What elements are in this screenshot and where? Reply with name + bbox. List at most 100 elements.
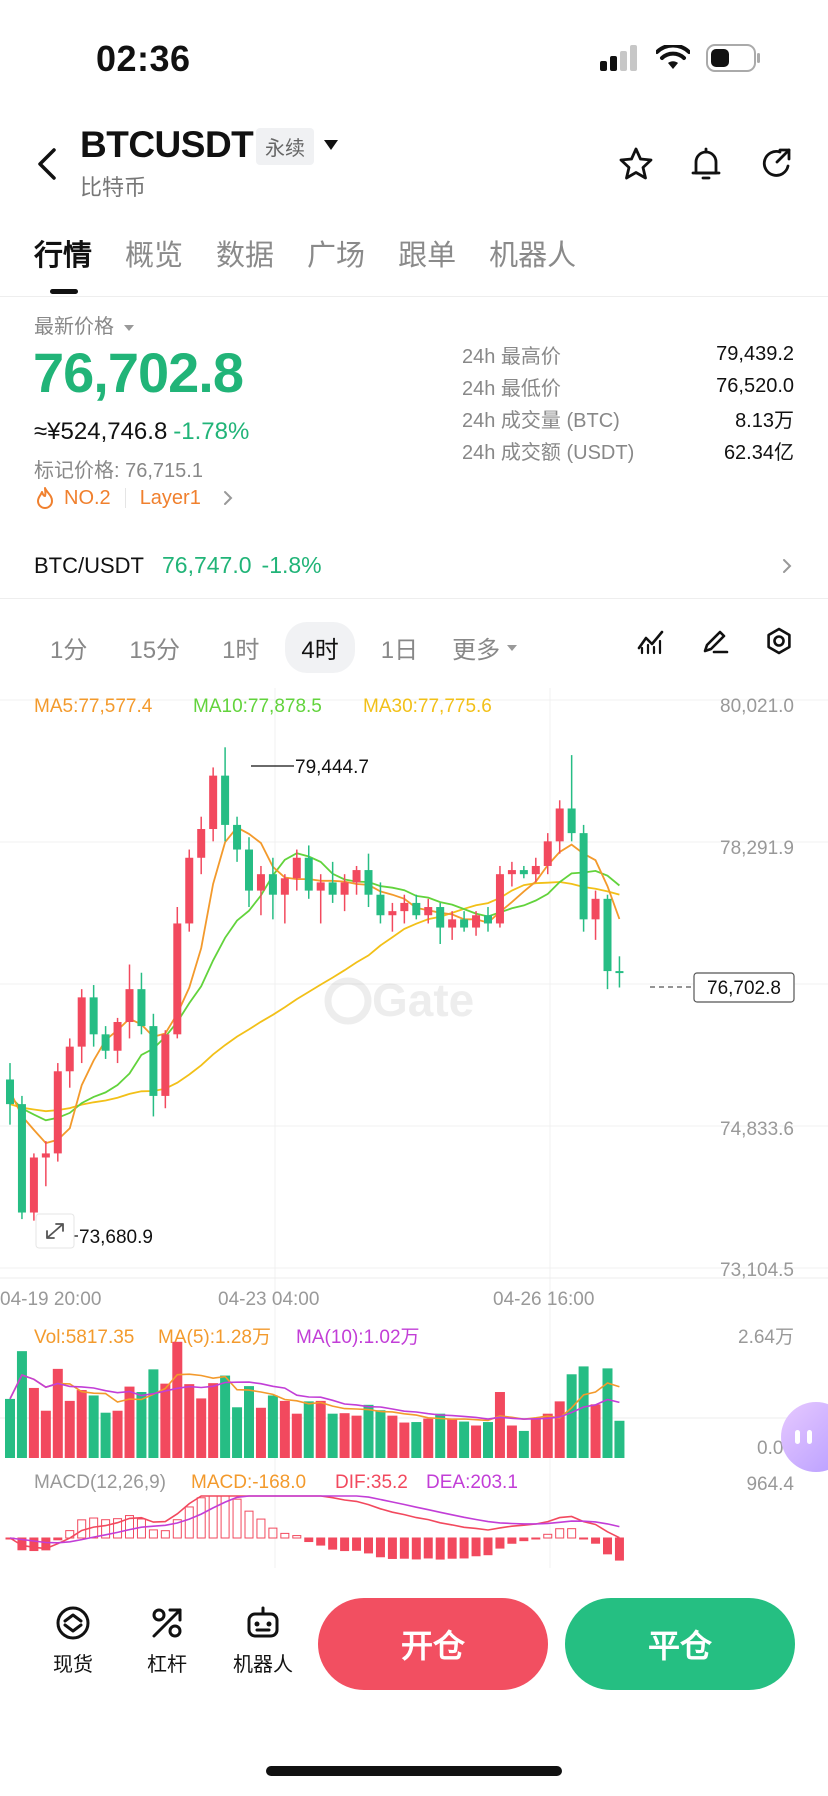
wifi-icon — [656, 45, 690, 69]
volume-bar — [40, 1410, 51, 1458]
y-tick: 74,833.6 — [720, 1119, 794, 1140]
indicator-icon[interactable] — [636, 626, 666, 656]
star-icon[interactable] — [618, 146, 654, 182]
candle — [304, 845, 313, 899]
bell-icon[interactable] — [688, 146, 724, 182]
interval-more[interactable]: 更多 — [452, 630, 518, 665]
leverage-icon — [152, 1608, 182, 1638]
volume-bar — [578, 1366, 589, 1458]
macd-bar — [483, 1537, 493, 1556]
spot-link-row[interactable]: BTC/USDT 76,747.0 -1.8% — [34, 552, 794, 579]
macd-bar — [184, 1506, 194, 1539]
interval-15m[interactable]: 15分 — [113, 622, 196, 673]
macd-bar — [160, 1530, 170, 1539]
macd-value: MACD:-168.0 — [191, 1472, 306, 1493]
macd-bar — [244, 1510, 254, 1539]
volume-bar — [112, 1410, 123, 1458]
candle — [149, 1013, 158, 1117]
back-icon[interactable] — [30, 142, 66, 186]
candle — [113, 1017, 122, 1064]
close-position-button[interactable]: 平仓 — [565, 1598, 795, 1690]
chevron-right-icon — [783, 558, 792, 573]
volume-bar — [267, 1395, 278, 1458]
tab-market[interactable]: 行情 — [34, 232, 92, 294]
candle — [364, 853, 373, 908]
macd-bar — [507, 1537, 517, 1544]
draw-icon[interactable] — [700, 626, 730, 656]
macd-bar — [352, 1537, 362, 1551]
tab-square[interactable]: 广场 — [307, 232, 365, 294]
volume-bar — [100, 1412, 111, 1458]
volume-bar — [530, 1418, 541, 1458]
volume-bar — [435, 1413, 446, 1458]
candle — [209, 767, 218, 842]
volume-bar — [542, 1413, 553, 1458]
macd-bar — [519, 1537, 529, 1542]
macd-bar — [268, 1527, 278, 1539]
volume-bar — [483, 1422, 493, 1458]
volume-bar — [303, 1401, 314, 1458]
caret-down-icon[interactable] — [322, 138, 340, 152]
tab-bots[interactable]: 机器人 — [489, 232, 576, 294]
tab-data[interactable]: 数据 — [216, 232, 274, 294]
assistant-bubble[interactable] — [781, 1402, 828, 1472]
share-icon[interactable] — [758, 146, 794, 182]
spot-nav[interactable]: 现货 — [38, 1604, 108, 1677]
open-position-button[interactable]: 开仓 — [318, 1598, 548, 1690]
caret-down-icon — [507, 644, 518, 651]
latest-price-label-text: 最新价格 — [34, 316, 114, 338]
candle — [17, 1095, 26, 1220]
volume-bar — [88, 1395, 99, 1458]
volume-bar — [411, 1422, 422, 1458]
expand-icon[interactable] — [35, 1213, 75, 1249]
macd-bar — [495, 1537, 505, 1549]
tab-copy-trading[interactable]: 跟单 — [398, 232, 456, 294]
vol-max-label: 2.64万 — [738, 1327, 794, 1348]
interval-4h[interactable]: 4时 — [285, 622, 355, 673]
latest-price-label[interactable]: 最新价格 — [34, 310, 135, 339]
volume-bar — [494, 1392, 505, 1458]
candle — [197, 816, 206, 875]
stat-label: 24h 成交额 (USDT) — [462, 441, 635, 464]
rank-row[interactable]: NO.2 Layer1 — [34, 486, 235, 510]
signal-icon — [600, 45, 637, 71]
interval-1d[interactable]: 1日 — [365, 622, 434, 673]
macd-bar — [375, 1537, 385, 1558]
macd-bar — [423, 1537, 433, 1559]
macd-dea: DEA:203.1 — [426, 1472, 518, 1493]
home-indicator — [266, 1766, 562, 1776]
volume-bar — [52, 1368, 63, 1458]
y-tick: 73,104.5 — [720, 1260, 794, 1281]
pair-title[interactable]: BTCUSDT — [80, 124, 254, 166]
low-marker-label: 73,680.9 — [79, 1227, 153, 1248]
stat-high: 24h 最高价 79,439.2 — [462, 338, 794, 370]
volume-bar — [614, 1420, 625, 1458]
macd-bar — [399, 1537, 409, 1559]
candle — [161, 1030, 170, 1109]
volume-bar — [16, 1351, 27, 1458]
volume-bar — [208, 1383, 219, 1458]
kline-chart[interactable]: Gate MA5:77,577.4 MA10:77,878.5 MA30:77,… — [0, 688, 828, 1568]
interval-more-label: 更多 — [452, 637, 501, 664]
interval-1h[interactable]: 1时 — [206, 622, 275, 673]
candle — [591, 890, 600, 940]
bot-nav[interactable]: 机器人 — [228, 1604, 298, 1677]
volume-bar — [471, 1425, 482, 1458]
macd-bar — [232, 1498, 242, 1539]
leverage-nav[interactable]: 杠杆 — [132, 1604, 202, 1677]
volume-bar — [28, 1387, 39, 1458]
macd-bar — [316, 1537, 326, 1546]
interval-1m[interactable]: 1分 — [34, 622, 103, 673]
last-price: 76,702.8 — [33, 341, 244, 404]
ma30-legend: MA30:77,775.6 — [363, 696, 492, 717]
settings-icon[interactable] — [764, 626, 794, 656]
spot-price: 76,747.0 — [162, 552, 252, 578]
volume-bar — [339, 1413, 350, 1458]
x-tick: 04-26 16:00 — [493, 1289, 594, 1310]
tab-overview[interactable]: 概览 — [125, 232, 183, 294]
macd-bar — [459, 1537, 469, 1559]
stat-label: 24h 最低价 — [462, 377, 561, 400]
candle — [268, 857, 277, 920]
macd-bar — [555, 1528, 565, 1539]
y-tick: 80,021.0 — [720, 696, 794, 717]
